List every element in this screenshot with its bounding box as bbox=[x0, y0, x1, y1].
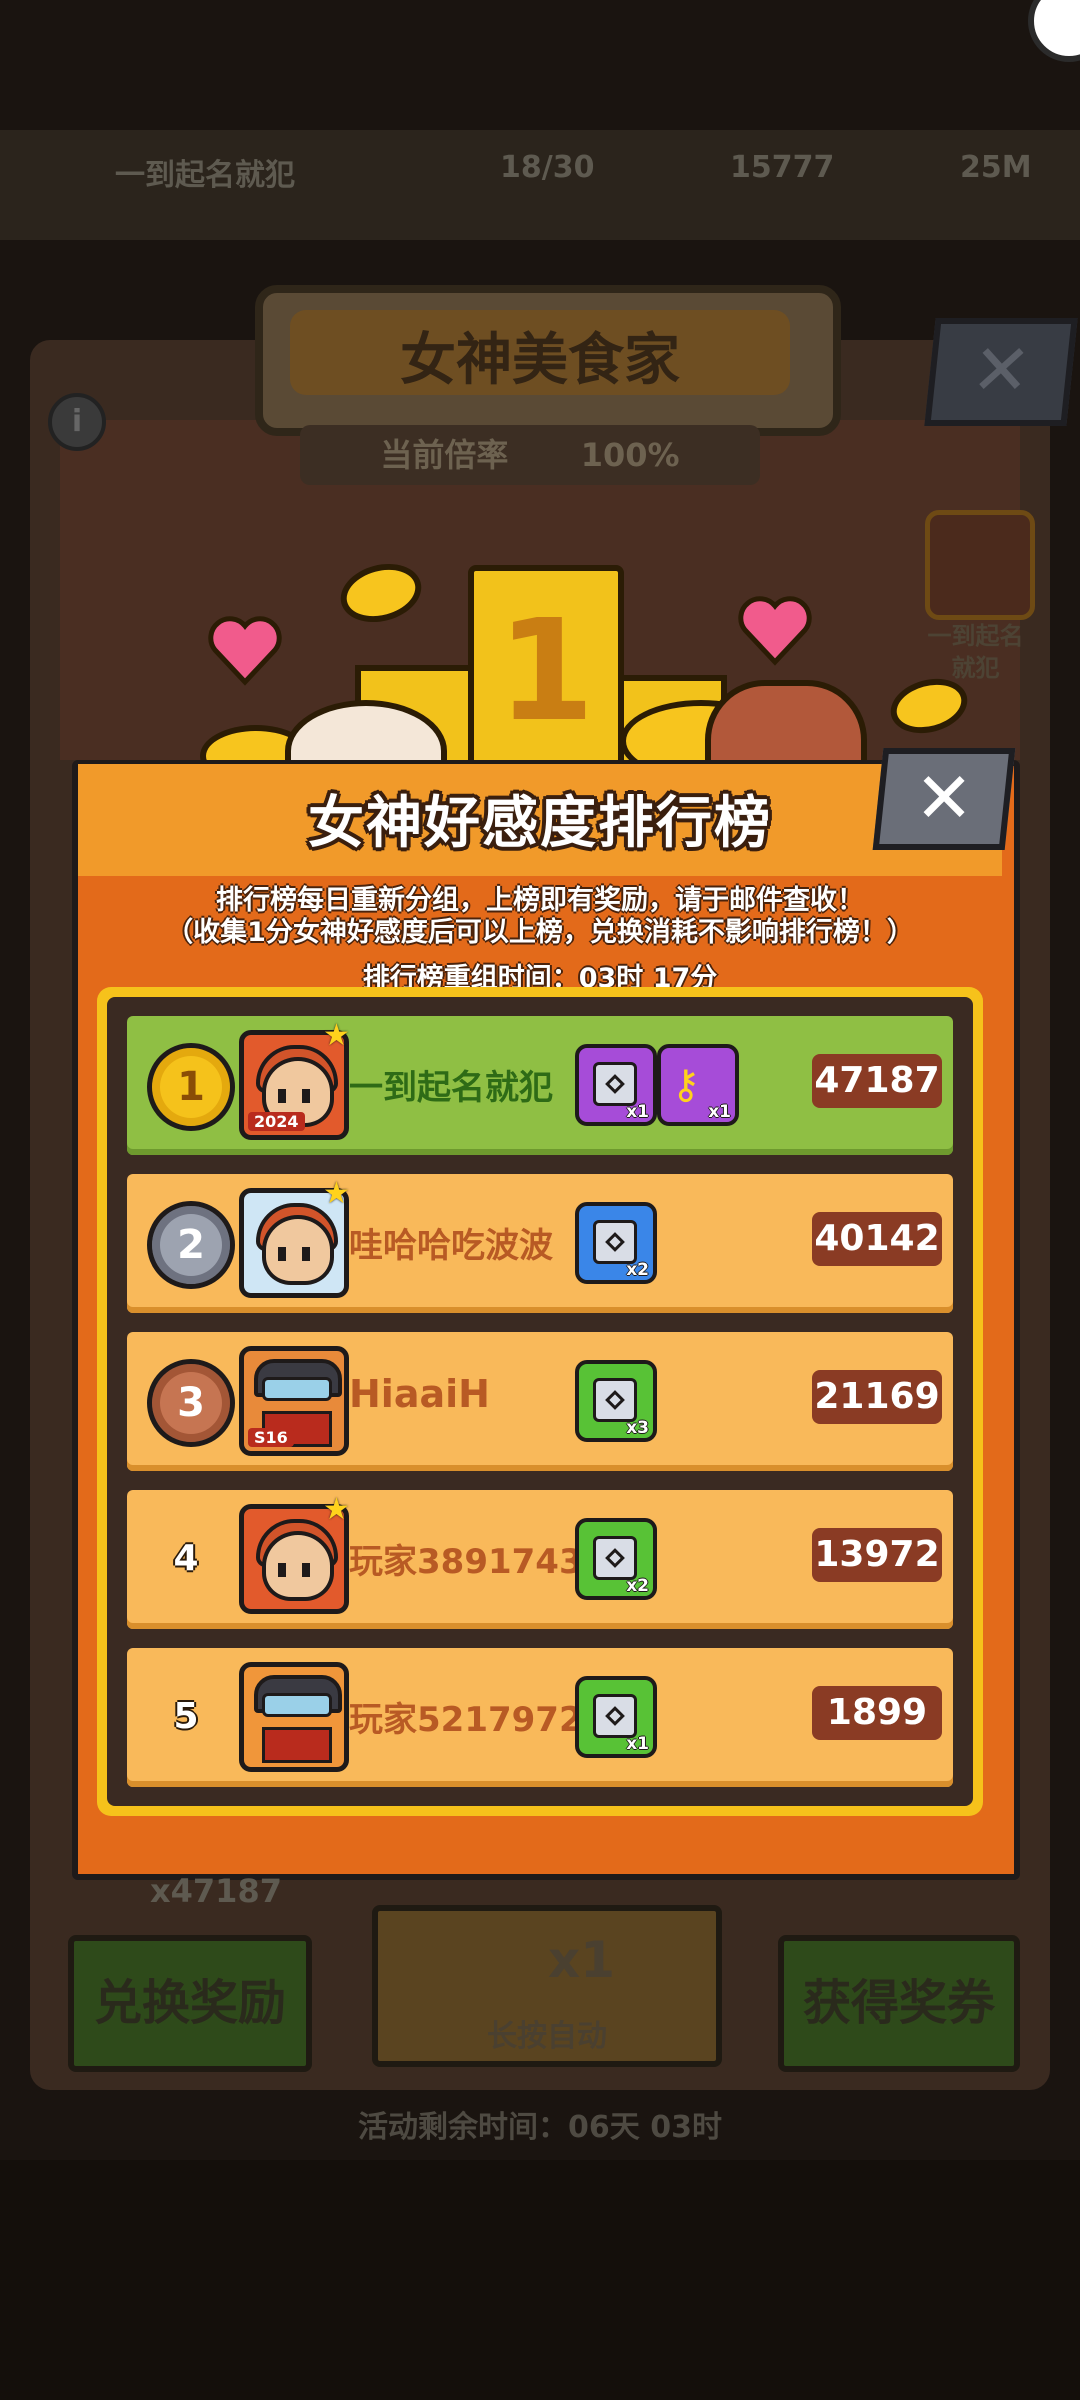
bottom-nav bbox=[0, 2160, 1080, 2400]
avatar-tag: 2024 bbox=[248, 1112, 305, 1131]
leaderboard-row-3[interactable]: 3 S16 HiaaiH x3 21169 bbox=[127, 1332, 953, 1471]
leaderboard-row-5[interactable]: 5 玩家52179720 x1 1899 bbox=[127, 1648, 953, 1787]
podium-number: 1 bbox=[497, 590, 595, 753]
side-avatar-name: 一到起名就犯 bbox=[927, 622, 1024, 682]
rate-display: 当前倍率 100% bbox=[300, 425, 760, 485]
coins-value: 15777 bbox=[730, 150, 835, 185]
gems-value: 25M bbox=[960, 150, 1032, 185]
get-ticket-button[interactable]: 获得奖券 bbox=[778, 1935, 1020, 2072]
chest-icon bbox=[593, 1220, 637, 1264]
gold-medal-icon: 1 bbox=[147, 1043, 235, 1131]
heart-icon bbox=[208, 616, 282, 686]
bronze-medal-icon: 3 bbox=[147, 1359, 235, 1447]
reward-qty: x1 bbox=[708, 1102, 731, 1122]
reward-qty: x2 bbox=[626, 1260, 649, 1280]
reward-qty: x3 bbox=[626, 1418, 649, 1438]
star-icon: ★ bbox=[323, 1018, 350, 1053]
reward-qty: x1 bbox=[626, 1102, 649, 1122]
green-chest-icon[interactable]: x1 bbox=[575, 1676, 657, 1758]
avatar-tag: S16 bbox=[248, 1428, 294, 1447]
score-badge: 47187 bbox=[812, 1054, 942, 1108]
silver-medal-icon: 2 bbox=[147, 1201, 235, 1289]
chest-icon bbox=[593, 1536, 637, 1580]
green-chest-icon[interactable]: x3 bbox=[575, 1360, 657, 1442]
dialog-close-button[interactable]: ✕ bbox=[872, 748, 1016, 850]
gold-key-icon[interactable]: ⚷ x1 bbox=[657, 1044, 739, 1126]
avatar[interactable]: S16 bbox=[239, 1346, 349, 1456]
dialog-title: 女神好感度排行榜 bbox=[308, 791, 772, 856]
avatar-eyes bbox=[278, 1563, 286, 1577]
rank-number: 4 bbox=[173, 1538, 199, 1579]
score-badge: 13972 bbox=[812, 1528, 942, 1582]
leaderboard-row-1[interactable]: 1 2024 ★ 一到起名就犯 x1 ⚷ x1 47187 bbox=[127, 1016, 953, 1155]
exchange-reward-button[interactable]: 兑换奖励 bbox=[68, 1935, 312, 2072]
event-title: 女神美食家 bbox=[400, 328, 680, 393]
stamina-value: 18/30 bbox=[500, 150, 595, 185]
purple-chest-icon[interactable]: x1 bbox=[575, 1044, 657, 1126]
leaderboard-row-4[interactable]: 4 ★ 玩家38917433 x2 13972 bbox=[127, 1490, 953, 1629]
info-icon[interactable]: i bbox=[48, 393, 106, 451]
avatar-face bbox=[262, 1531, 334, 1601]
heart-count: x47187 bbox=[150, 1872, 282, 1910]
player-name: HiaaiH bbox=[349, 1372, 490, 1416]
chest-icon bbox=[593, 1378, 637, 1422]
score-badge: 21169 bbox=[812, 1370, 942, 1424]
blue-chest-icon[interactable]: x2 bbox=[575, 1202, 657, 1284]
chest-icon bbox=[593, 1062, 637, 1106]
avatar-eyes bbox=[278, 1247, 286, 1261]
reward-qty: x2 bbox=[626, 1576, 649, 1596]
player-name: 玩家52179720 bbox=[349, 1700, 607, 1740]
score-badge: 40142 bbox=[812, 1212, 942, 1266]
player-name: 哇哈哈吃波波 bbox=[349, 1226, 553, 1266]
ticket-count: x1 bbox=[548, 1931, 616, 1989]
star-icon: ★ bbox=[323, 1492, 350, 1527]
rank-number: 5 bbox=[173, 1696, 199, 1737]
top-player-name: 一到起名就犯 bbox=[115, 158, 295, 193]
rate-label: 当前倍率 bbox=[380, 436, 509, 474]
score-badge: 1899 bbox=[812, 1686, 942, 1740]
corner-floating-button[interactable] bbox=[1028, 0, 1080, 62]
player-name: 玩家38917433 bbox=[349, 1542, 607, 1582]
avatar-mask bbox=[262, 1727, 332, 1763]
chest-icon bbox=[593, 1694, 637, 1738]
avatar[interactable] bbox=[239, 1662, 349, 1772]
avatar-eyes bbox=[278, 1089, 286, 1103]
draw-ticket-button[interactable]: x1 长按自动 bbox=[372, 1905, 722, 2067]
star-icon: ★ bbox=[323, 1176, 350, 1211]
remaining-time: 活动剩余时间：06天 03时 bbox=[358, 2110, 722, 2145]
notice-line-2: （收集1分女神好感度后可以上榜，兑换消耗不影响排行榜！） bbox=[166, 917, 914, 948]
key-icon: ⚷ bbox=[671, 1062, 701, 1108]
heart-icon bbox=[738, 596, 812, 666]
avatar-visor bbox=[262, 1377, 332, 1401]
rate-value: 100% bbox=[580, 436, 680, 474]
avatar-visor bbox=[262, 1693, 332, 1717]
avatar-face bbox=[262, 1215, 334, 1285]
hold-auto-label: 长按自动 bbox=[487, 2019, 607, 2054]
player-name: 一到起名就犯 bbox=[349, 1068, 553, 1108]
event-close-icon[interactable]: ✕ bbox=[924, 318, 1078, 426]
green-chest-icon[interactable]: x2 bbox=[575, 1518, 657, 1600]
leaderboard-row-2[interactable]: 2 ★ 哇哈哈吃波波 x2 40142 bbox=[127, 1174, 953, 1313]
side-avatar[interactable] bbox=[925, 510, 1035, 620]
close-icon: ✕ bbox=[914, 757, 974, 839]
reward-qty: x1 bbox=[626, 1734, 649, 1754]
